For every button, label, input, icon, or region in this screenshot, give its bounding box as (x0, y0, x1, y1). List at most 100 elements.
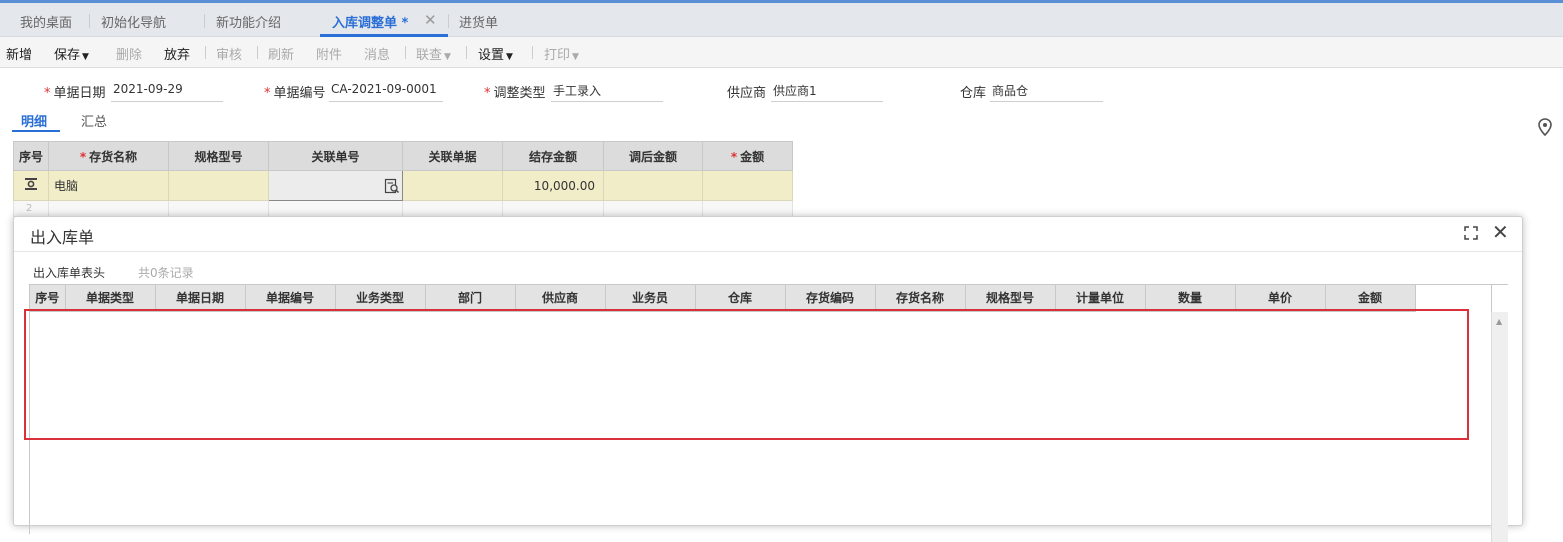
table-row[interactable]: 2 (13, 200, 793, 217)
settings-button[interactable]: 设置 ▼ (478, 44, 513, 63)
required-mark: * (44, 86, 51, 101)
cell-adjusted[interactable] (603, 170, 703, 201)
dialog-grid-header-row: 序号 单据类型 单据日期 单据编号 业务类型 部门 供应商 业务员 仓库 存货编… (30, 285, 1416, 312)
cell-balance[interactable] (502, 200, 604, 217)
col-header-warehouse: 仓库 (695, 285, 786, 312)
col-header-salesperson: 业务员 (605, 285, 696, 312)
cell-adjusted[interactable] (603, 200, 703, 217)
tab-purchase-order[interactable]: 进货单 (459, 12, 498, 31)
tab-bar: 我的桌面 初始化导航 新功能介绍 入库调整单 * ✕ 进货单 (0, 0, 1563, 37)
col-header-spec: 规格型号 (168, 141, 269, 171)
col-header-doc-date: 单据日期 (155, 285, 246, 312)
save-button-label: 保存 (54, 48, 81, 63)
audit-button[interactable]: 审核 (216, 44, 242, 63)
linked-query-label: 联查 (416, 48, 443, 63)
tab-separator (204, 14, 205, 28)
cell-linked-doc[interactable] (402, 200, 503, 217)
lookup-icon[interactable] (384, 178, 400, 194)
col-header-linked-doc: 关联单据 (402, 141, 503, 171)
table-row[interactable]: 电脑 10,000.00 (13, 170, 793, 201)
tab-separator (89, 14, 90, 28)
maximize-icon[interactable] (1464, 226, 1478, 240)
col-header-amount-text: 金额 (740, 149, 765, 164)
code-field[interactable]: CA-2021-09-0001 (329, 82, 443, 102)
date-label-text: 单据日期 (53, 86, 106, 101)
cell-linked-no[interactable] (268, 200, 403, 217)
location-pin-icon[interactable] (1537, 118, 1553, 136)
col-header-item-name-text: 存货名称 (89, 149, 138, 164)
refresh-button[interactable]: 刷新 (268, 44, 294, 63)
supplier-field[interactable]: 供应商1 (771, 82, 883, 102)
tab-separator (448, 14, 449, 28)
discard-button[interactable]: 放弃 (164, 44, 190, 63)
attach-button[interactable]: 附件 (316, 44, 342, 63)
grid-header-corner (1491, 285, 1509, 312)
col-header-adjusted: 调后金额 (603, 141, 703, 171)
tab-stock-in-adjustment[interactable]: 入库调整单 * (332, 12, 408, 31)
tab-new-features[interactable]: 新功能介绍 (216, 12, 281, 31)
col-header-doc-no: 单据编号 (245, 285, 336, 312)
linked-query-button[interactable]: 联查 ▼ (416, 44, 451, 63)
row-settings-cell[interactable] (13, 170, 49, 201)
annotation-highlight-box (24, 309, 1469, 440)
code-label: * 单据编号 (264, 82, 326, 101)
cell-spec[interactable] (168, 200, 269, 217)
type-label-text: 调整类型 (493, 86, 546, 101)
subtab-detail[interactable]: 明细 (21, 111, 47, 130)
toolbar: 新增 保存 ▼ 删除 放弃 审核 刷新 附件 消息 联查 ▼ 设置 ▼ 打印 ▼ (0, 37, 1563, 68)
dialog-subtitle: 出入库单表头 (33, 266, 106, 280)
close-icon[interactable]: ✕ (1492, 222, 1509, 242)
warehouse-field[interactable]: 商品仓 (990, 82, 1103, 102)
col-header-index: 序号 (30, 285, 66, 312)
chevron-down-icon: ▼ (444, 52, 451, 62)
col-header-unit: 计量单位 (1055, 285, 1146, 312)
col-header-biz-type: 业务类型 (335, 285, 426, 312)
cell-amount[interactable] (702, 170, 793, 201)
chevron-down-icon: ▼ (572, 52, 579, 62)
dialog-grid: 序号 单据类型 单据日期 单据编号 业务类型 部门 供应商 业务员 仓库 存货编… (30, 285, 1416, 312)
scroll-up-icon[interactable]: ▲ (1496, 317, 1502, 326)
supplier-label: 供应商 (727, 86, 767, 101)
date-label: * 单据日期 (44, 82, 106, 101)
col-header-amount: * 金额 (702, 141, 793, 171)
toolbar-separator (466, 46, 467, 59)
settings-button-label: 设置 (478, 48, 505, 63)
save-button[interactable]: 保存 ▼ (54, 44, 89, 63)
cell-spec[interactable] (168, 170, 269, 201)
toolbar-separator (532, 46, 533, 59)
close-icon[interactable]: ✕ (424, 11, 437, 29)
cell-amount[interactable] (702, 200, 793, 217)
cell-item-name[interactable] (48, 200, 169, 217)
row-settings-icon[interactable] (24, 177, 38, 191)
delete-button[interactable]: 删除 (116, 44, 142, 63)
message-button[interactable]: 消息 (364, 44, 390, 63)
required-mark: * (79, 149, 87, 164)
tab-init-guide[interactable]: 初始化导航 (101, 12, 166, 31)
cell-linked-no[interactable] (268, 170, 403, 201)
chevron-down-icon: ▼ (506, 52, 513, 62)
cell-item-name[interactable]: 电脑 (48, 170, 169, 201)
vertical-scrollbar[interactable]: ▲ (1491, 312, 1508, 542)
cell-balance[interactable]: 10,000.00 (502, 170, 604, 201)
new-button[interactable]: 新增 (6, 44, 32, 63)
col-header-quantity: 数量 (1145, 285, 1236, 312)
required-mark: * (484, 86, 491, 101)
cell-linked-doc[interactable] (402, 170, 503, 201)
col-header-index: 序号 (13, 141, 49, 171)
tab-my-desktop[interactable]: 我的桌面 (20, 12, 72, 31)
required-mark: * (264, 86, 271, 101)
chevron-down-icon: ▼ (82, 52, 89, 62)
col-header-linked-no: 关联单号 (268, 141, 403, 171)
subtab-indicator (12, 130, 60, 132)
record-count: 共0条记录 (138, 266, 194, 280)
col-header-balance: 结存金额 (502, 141, 604, 171)
col-header-spec: 规格型号 (965, 285, 1056, 312)
print-button[interactable]: 打印 ▼ (544, 44, 579, 63)
subtab-summary[interactable]: 汇总 (81, 111, 107, 130)
date-field[interactable]: 2021-09-29 (111, 82, 223, 102)
warehouse-label: 仓库 (960, 86, 987, 101)
type-field[interactable]: 手工录入 (551, 82, 663, 102)
col-header-amount: 金额 (1325, 285, 1416, 312)
type-label: * 调整类型 (484, 82, 546, 101)
toolbar-separator (205, 46, 206, 59)
